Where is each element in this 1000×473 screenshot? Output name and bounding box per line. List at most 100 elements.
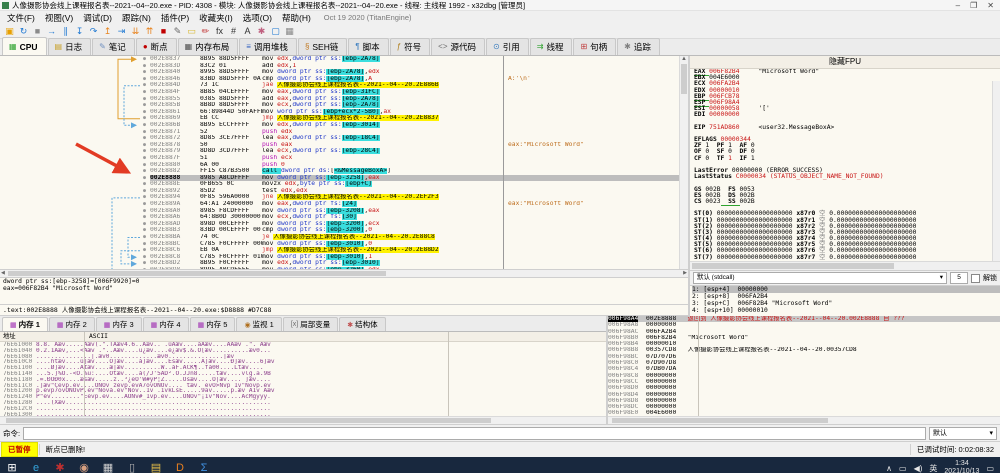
breakpoint-dot[interactable]: ● bbox=[143, 181, 146, 187]
call-arguments-pane[interactable]: 1: [esp+4] 000000002: [esp+8] 006FA2B43:… bbox=[690, 286, 1000, 316]
menu-item[interactable]: 调试(D) bbox=[78, 12, 117, 24]
dump-tab-内存 1[interactable]: ▦ 内存 1 bbox=[2, 317, 48, 331]
fx-icon[interactable]: fx bbox=[213, 25, 226, 37]
theme-icon[interactable]: ▦ bbox=[283, 25, 296, 37]
dump-horizontal-scrollbar[interactable] bbox=[0, 416, 606, 424]
breakpoint-dot[interactable]: ● bbox=[143, 122, 146, 128]
menu-item[interactable]: 选项(O) bbox=[238, 12, 277, 24]
favourites-icon[interactable]: ✱ bbox=[255, 25, 268, 37]
disasm-row[interactable]: ● 002E884D 73 1C jae 人像摄影协会线上课程报名表--2021… bbox=[0, 82, 680, 89]
disasm-row[interactable]: ● 002E883D 83C2 01 add edx,1 bbox=[0, 63, 680, 70]
disasm-row[interactable]: ● 002E884F 8B85 04CEFFFF mov eax,dword p… bbox=[0, 89, 680, 96]
font-icon[interactable]: A bbox=[241, 25, 254, 37]
breakpoint-dot[interactable]: ● bbox=[143, 175, 146, 181]
tab-笔记[interactable]: ✎ 笔记 bbox=[92, 38, 135, 55]
tab-调用堆栈[interactable]: ≡ 调用堆栈 bbox=[239, 38, 297, 55]
disasm-row[interactable]: ● 002E88AD 898D 00CEFFFF mov dword ptr s… bbox=[0, 221, 680, 228]
breakpoint-dot[interactable]: ● bbox=[143, 56, 146, 62]
close-button[interactable]: ✕ bbox=[987, 1, 994, 10]
hide-fpu-header[interactable]: 隐藏FPU bbox=[690, 56, 1000, 69]
disasm-row[interactable]: ● 002E88A6 64:8B0D 30000000 mov ecx,dwor… bbox=[0, 214, 680, 221]
tab-脚本[interactable]: ¶ 脚本 bbox=[348, 38, 388, 55]
tab-追踪[interactable]: ✱ 追踪 bbox=[617, 38, 660, 55]
stack-pane[interactable]: 006F98A4 002E8888 返回到 人像摄影协会线上课程报名表--202… bbox=[608, 316, 1000, 424]
registers-pane[interactable]: EAX 006F82B4 "Microsoft Word"EBX 004E600… bbox=[690, 69, 1000, 261]
menu-item[interactable]: 帮助(H) bbox=[277, 12, 316, 24]
dump-tab-局部变量[interactable]: [x] 局部变量 bbox=[283, 317, 338, 331]
breakpoint-dot[interactable]: ● bbox=[143, 168, 146, 174]
breakpoint-dot[interactable]: ● bbox=[143, 148, 146, 154]
minimize-button[interactable]: – bbox=[956, 1, 960, 10]
breakpoint-dot[interactable]: ● bbox=[143, 241, 146, 247]
menu-item[interactable]: 跟踪(N) bbox=[117, 12, 156, 24]
x32dbg-bug-icon[interactable]: ✱ bbox=[48, 457, 72, 473]
disasm-row[interactable]: ● 002E88BA 74 0C je 人像摄影协会线上课程报名表--2021-… bbox=[0, 234, 680, 241]
calculator-icon[interactable]: ▦ bbox=[96, 457, 120, 473]
run-icon[interactable]: → bbox=[45, 25, 58, 37]
breakpoint-dot[interactable]: ● bbox=[143, 188, 146, 194]
breakpoint-dot[interactable]: ● bbox=[143, 135, 146, 141]
taskbar-clock[interactable]: 1:342021/10/13 bbox=[944, 460, 979, 473]
dump-tab-内存 3[interactable]: ▦ 内存 3 bbox=[96, 317, 142, 331]
disasm-row[interactable]: ● 002E8882 FF15 C87B3500 call dword ptr … bbox=[0, 168, 680, 175]
unlock-checkbox[interactable] bbox=[971, 274, 980, 283]
breakpoint-dot[interactable]: ● bbox=[143, 227, 146, 233]
eraser-icon[interactable]: ▭ bbox=[185, 25, 198, 37]
disasm-row[interactable]: ● 002E8869 EB CC jmp 人像摄影协会线上课程报名表--2021… bbox=[0, 115, 680, 122]
restart-icon[interactable]: ↻ bbox=[17, 25, 30, 37]
disasm-row[interactable]: ● 002E8861 66:89844D 50FAFFFF mov word p… bbox=[0, 109, 680, 116]
breakpoint-icon[interactable]: ■ bbox=[157, 25, 170, 37]
step-into-icon[interactable]: ↧ bbox=[73, 25, 86, 37]
breakpoint-dot[interactable]: ● bbox=[143, 129, 146, 135]
pencil-icon[interactable]: ✎ bbox=[171, 25, 184, 37]
disasm-row[interactable]: ● 002E888E 0FB655 0C movzx edx,byte ptr … bbox=[0, 181, 680, 188]
dump-tab-内存 2[interactable]: ▦ 内存 2 bbox=[49, 317, 95, 331]
tray-chevron-icon[interactable]: ∧ bbox=[886, 464, 892, 473]
breakpoint-dot[interactable]: ● bbox=[143, 234, 146, 240]
disasm-row[interactable]: ● 002E8855 0385 88D5FFFF add eax,dword p… bbox=[0, 96, 680, 103]
tab-内存布局[interactable]: ▦ 内存布局 bbox=[178, 38, 239, 55]
disasm-row[interactable]: ● 002E887F 51 push ecx bbox=[0, 155, 680, 162]
folder-icon[interactable]: ▤ bbox=[144, 457, 168, 473]
tab-日志[interactable]: ▤ 日志 bbox=[48, 38, 92, 55]
highlight-icon[interactable]: ✏ bbox=[199, 25, 212, 37]
dump-tab-内存 5[interactable]: ▦ 内存 5 bbox=[190, 317, 236, 331]
menu-item[interactable]: 视图(V) bbox=[40, 12, 78, 24]
dx-app-icon[interactable]: D bbox=[168, 457, 192, 473]
breakpoint-dot[interactable]: ● bbox=[143, 115, 146, 121]
arg-count-spinner[interactable]: 5 bbox=[950, 272, 968, 284]
disasm-row[interactable]: ● 002E8879 8D8D 3CD7FFFF lea ecx,dword p… bbox=[0, 148, 680, 155]
command-input[interactable] bbox=[23, 427, 926, 440]
breakpoint-dot[interactable]: ● bbox=[143, 76, 146, 82]
animate-icon[interactable]: ⇊ bbox=[129, 25, 142, 37]
argument-row[interactable]: 4: [esp+10] 00000010 bbox=[692, 307, 1000, 314]
disasm-row[interactable]: ● 002E88C8 C785 F0CFFFFF 01000000 mov dw… bbox=[0, 254, 680, 261]
disasm-row[interactable]: ● 002E88D2 8B95 F0CFFFFF mov edx,dword p… bbox=[0, 260, 680, 267]
breakpoint-dot[interactable]: ● bbox=[143, 109, 146, 115]
stack-horizontal-scrollbar[interactable] bbox=[608, 416, 1000, 424]
argument-row[interactable]: 2: [esp+8] 006FA2B4 bbox=[692, 293, 1000, 300]
stack-view-select[interactable]: 默认▾ bbox=[929, 427, 997, 440]
dump-tab-监视 1[interactable]: ◉ 监视 1 bbox=[236, 317, 281, 331]
breakpoint-dot[interactable]: ● bbox=[143, 254, 146, 260]
breakpoint-dot[interactable]: ● bbox=[143, 89, 146, 95]
disasm-row[interactable]: ● 002E8871 52 push edx bbox=[0, 129, 680, 136]
photo-app-icon[interactable]: ◉ bbox=[72, 457, 96, 473]
disasm-row[interactable]: ● 002E886B 8B95 ECCFFFFF mov edx,dword p… bbox=[0, 122, 680, 129]
register-line[interactable]: ST(7) 00000000000000000000 x87r7 空 0.000… bbox=[694, 255, 1000, 261]
argument-row[interactable]: 1: [esp+4] 00000000 bbox=[692, 286, 1000, 293]
step-out-icon[interactable]: ↥ bbox=[101, 25, 114, 37]
argument-row[interactable]: 3: [esp+C] 006F82B4 "Microsoft Word" bbox=[692, 300, 1000, 307]
tab-符号[interactable]: ƒ 符号 bbox=[390, 38, 430, 55]
disasm-row[interactable]: ● 002E88C6 EB 0A jmp 人像摄影协会线上课程报名表--2021… bbox=[0, 247, 680, 254]
breakpoint-dot[interactable]: ● bbox=[143, 247, 146, 253]
breakpoint-dot[interactable]: ● bbox=[143, 155, 146, 161]
tab-句柄[interactable]: ⊞ 句柄 bbox=[573, 38, 616, 55]
disasm-row[interactable]: ● 002E885B 8B8D 88D5FFFF mov ecx,dword p… bbox=[0, 102, 680, 109]
sigma-app-icon[interactable]: Σ bbox=[192, 457, 216, 473]
display-icon[interactable]: ▭ bbox=[899, 464, 907, 473]
registers-horizontal-scrollbar[interactable] bbox=[690, 261, 1000, 270]
disasm-horizontal-scrollbar[interactable]: ◀▶ bbox=[0, 270, 688, 278]
pause-icon[interactable]: ∥ bbox=[59, 25, 72, 37]
tab-源代码[interactable]: <> 源代码 bbox=[431, 38, 485, 55]
